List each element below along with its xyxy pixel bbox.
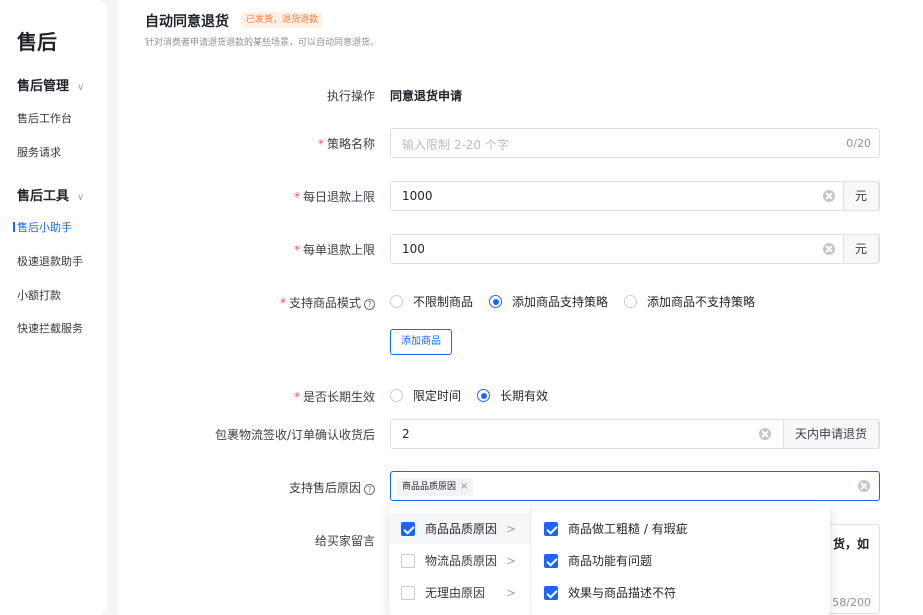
policy-name-input[interactable]: 输入限制 2-20 个字 0/20 <box>390 128 880 158</box>
chevron-right-icon: > <box>505 521 516 536</box>
radio-circle <box>390 295 403 308</box>
message-text: 货，如 <box>832 537 869 551</box>
clear-icon[interactable] <box>823 243 835 255</box>
sidebar-group-aftersale-tools[interactable]: 售后工具 ∨ <box>17 185 84 204</box>
sidebar: 售后 售后管理 ∨ 售后工作台 服务请求 售后工具 ∨ 售后小助手 极速退款助手 小… <box>0 0 107 615</box>
reasons-label: 支持售后原因? <box>289 479 375 496</box>
message-char-count: 58/200 <box>832 596 871 609</box>
order-limit-label: * 每单退款上限 <box>293 243 375 257</box>
action-value: 同意退货申请 <box>390 89 463 103</box>
receipt-days-value: 2 <box>402 427 410 441</box>
selected-reason-chip: 商品品质原因 × <box>397 478 474 496</box>
checkbox[interactable] <box>544 521 558 536</box>
char-count: 0/20 <box>846 137 871 150</box>
clear-icon[interactable] <box>823 190 835 202</box>
help-icon[interactable]: ? <box>364 484 375 495</box>
currency-unit: 元 <box>843 181 879 211</box>
cascader-option-not-as-described[interactable]: 效果与商品描述不符 <box>532 577 830 608</box>
sidebar-item-workbench[interactable]: 售后工作台 <box>17 110 72 126</box>
product-mode-radio-group: 不限制商品 添加商品支持策略 添加商品不支持策略 <box>390 293 771 310</box>
checkbox[interactable] <box>401 521 415 536</box>
page-title: 自动同意退货 <box>145 14 229 30</box>
long-term-radio-group: 限定时间 长期有效 <box>390 387 564 404</box>
radio-long-term[interactable]: 长期有效 <box>477 387 548 404</box>
sidebar-group-label: 售后管理 <box>17 79 70 94</box>
checkbox[interactable] <box>544 585 558 600</box>
long-term-label: * 是否长期生效 <box>293 390 375 404</box>
sidebar-item-small-payment[interactable]: 小额打款 <box>17 287 61 303</box>
sidebar-group-label: 售后工具 <box>17 189 70 204</box>
reasons-select[interactable]: 商品品质原因 × <box>390 471 880 501</box>
radio-circle <box>624 295 638 308</box>
status-tag: 已发货，退货退款 <box>242 12 323 28</box>
daily-limit-label: * 每日退款上限 <box>293 190 375 204</box>
cascader-option-no-reason[interactable]: 无理由原因 > <box>389 577 530 608</box>
message-label: 给买家留言 <box>314 534 375 548</box>
checkbox[interactable] <box>544 553 558 568</box>
days-unit: 天内申请退货 <box>783 419 879 449</box>
radio-add-unsupported-products[interactable]: 添加商品不支持策略 <box>624 293 755 310</box>
checkbox[interactable] <box>401 585 415 600</box>
clear-icon[interactable] <box>858 480 870 492</box>
policy-name-label: * 策略名称 <box>317 137 375 151</box>
cascader-option-quality[interactable]: 商品品质原因 > <box>389 513 530 544</box>
chevron-right-icon: > <box>505 553 516 568</box>
radio-add-supported-products[interactable]: 添加商品支持策略 <box>489 293 608 310</box>
sidebar-item-service-requests[interactable]: 服务请求 <box>17 144 61 160</box>
radio-circle <box>477 389 491 402</box>
radio-circle <box>390 389 403 402</box>
radio-circle <box>489 295 503 308</box>
sidebar-group-aftersale-management[interactable]: 售后管理 ∨ <box>17 75 84 94</box>
chevron-down-icon: ∨ <box>77 82 85 93</box>
page-description: 针对消费者申请退货退款的某些场景，可以自动同意退货。 <box>145 38 380 48</box>
clear-icon[interactable] <box>759 428 771 440</box>
add-products-button[interactable]: 添加商品 <box>390 329 452 355</box>
order-limit-value: 100 <box>402 242 425 256</box>
chevron-down-icon: ∨ <box>77 192 85 203</box>
product-mode-label: * 支持商品模式? <box>280 294 375 311</box>
radio-unlimited-products[interactable]: 不限制商品 <box>390 293 473 310</box>
receipt-days-label: 包裹物流签收/订单确认收货后 <box>214 428 375 442</box>
daily-limit-input[interactable]: 1000 元 <box>390 181 880 211</box>
currency-unit: 元 <box>843 234 879 264</box>
daily-limit-value: 1000 <box>402 189 433 203</box>
sidebar-item-express-intercept[interactable]: 快速拦截服务 <box>17 320 83 336</box>
close-icon[interactable]: × <box>460 481 468 492</box>
cascader-option-logistics[interactable]: 物流品质原因 > <box>389 545 530 576</box>
cascader-level2: 商品做工粗糙 / 有瑕疵 商品功能有问题 效果与商品描述不符 <box>532 506 830 615</box>
cascader-level1: 商品品质原因 > 物流品质原因 > 无理由原因 > <box>389 506 531 615</box>
reason-cascader-dropdown: 商品品质原因 > 物流品质原因 > 无理由原因 > 商品做工粗糙 / 有瑕疵 商品功能… <box>389 506 830 615</box>
sidebar-title: 售后 <box>17 30 57 54</box>
sidebar-item-assistant[interactable]: 售后小助手 <box>13 219 72 235</box>
action-label: 执行操作 <box>326 89 375 103</box>
receipt-days-input[interactable]: 2 天内申请退货 <box>390 419 880 449</box>
sidebar-item-fast-refund[interactable]: 极速退款助手 <box>17 253 83 269</box>
chevron-right-icon: > <box>505 585 516 600</box>
cascader-option-poor-workmanship[interactable]: 商品做工粗糙 / 有瑕疵 <box>532 513 830 544</box>
cascader-option-function-issue[interactable]: 商品功能有问题 <box>532 545 830 576</box>
checkbox[interactable] <box>401 553 415 568</box>
help-icon[interactable]: ? <box>364 299 375 310</box>
radio-limited-time[interactable]: 限定时间 <box>390 387 461 404</box>
order-limit-input[interactable]: 100 元 <box>390 234 880 264</box>
policy-name-placeholder: 输入限制 2-20 个字 <box>402 138 509 152</box>
